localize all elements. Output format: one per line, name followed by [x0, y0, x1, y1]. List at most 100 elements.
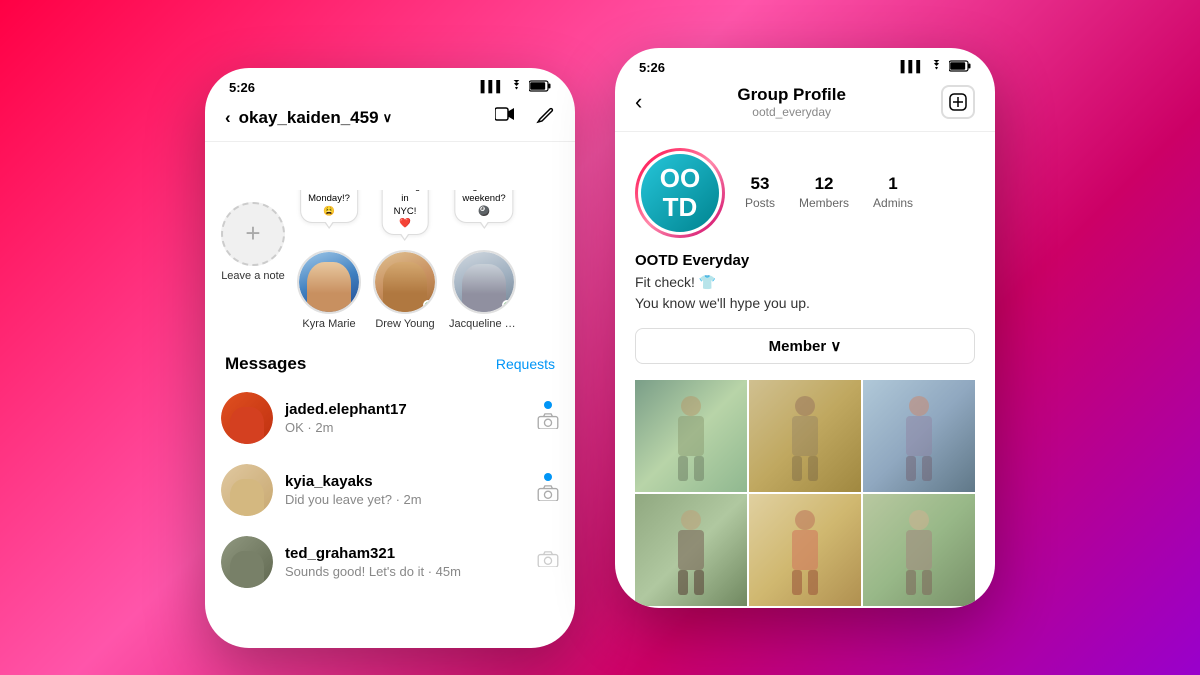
phone-left: 5:26 ▌▌▌ ‹ okay_kaiden_459 ∨	[205, 68, 575, 648]
messages-header: Messages Requests	[205, 342, 575, 382]
member-button-label: Member ∨	[769, 337, 842, 355]
story-item-add[interactable]: + Leave a note	[221, 202, 285, 330]
chat-header: ‹ okay_kaiden_459 ∨	[205, 99, 575, 142]
group-avatar: OOTD	[638, 151, 722, 235]
message-item-jaded[interactable]: jaded.elephant17 OK · 2m	[205, 382, 575, 454]
jaded-preview: OK · 2m	[285, 420, 525, 435]
member-button[interactable]: Member ∨	[635, 328, 975, 364]
stat-posts: 53 Posts	[745, 174, 775, 212]
video-call-icon[interactable]	[495, 105, 517, 131]
group-title-area: Group Profile ootd_everyday	[737, 85, 846, 119]
admins-label: Admins	[873, 196, 913, 210]
jaded-info: jaded.elephant17 OK · 2m	[285, 401, 525, 435]
group-avatar-ring: OOTD	[635, 148, 725, 238]
add-button-right[interactable]	[941, 85, 975, 119]
note-bubble-jacq: Game night this weekend? 🎱	[454, 190, 513, 223]
chevron-down-icon: ∨	[383, 110, 393, 126]
grid-photo-3	[863, 380, 975, 492]
kyra-avatar	[297, 250, 361, 314]
ted-meta	[537, 551, 559, 572]
note-bubble-kyra: Why is tomorrow Monday!? 😩	[300, 190, 358, 223]
header-title-area: ‹ okay_kaiden_459 ∨	[225, 108, 392, 128]
group-name: OOTD Everyday	[635, 252, 975, 269]
kyia-meta	[537, 473, 559, 506]
camera-icon-jaded[interactable]	[537, 413, 559, 434]
ted-avatar	[221, 536, 273, 588]
group-profile-content: OOTD 53 Posts 12 Members 1 Admins	[615, 132, 995, 608]
plus-icon: +	[245, 218, 260, 249]
group-title: Group Profile	[737, 85, 846, 105]
jaded-avatar	[221, 392, 273, 444]
phone-right: 5:26 ▌▌▌ ‹ Group Profile ootd_everyday	[615, 48, 995, 608]
camera-icon-kyia[interactable]	[537, 485, 559, 506]
back-button-left[interactable]: ‹	[225, 108, 231, 128]
stories-section: + Leave a note Why is tomorrow Monday!? …	[205, 142, 575, 342]
jacq-label: Jacqueline Lam	[449, 318, 519, 330]
kyia-username: kyia_kayaks	[285, 473, 525, 490]
story-item-kyra[interactable]: Why is tomorrow Monday!? 😩 Kyra Marie	[297, 202, 361, 330]
drew-label: Drew Young	[375, 318, 434, 330]
note-bubble-drew: Finally landing in NYC! ❤️	[382, 190, 429, 236]
camera-icon-ted[interactable]	[537, 551, 559, 572]
battery-icon-left	[529, 80, 551, 95]
grid-photo-1	[635, 380, 747, 492]
group-desc: Fit check! 👕You know we'll hype you up.	[635, 272, 975, 314]
grid-photo-2	[749, 380, 861, 492]
stories-row: + Leave a note Why is tomorrow Monday!? …	[205, 190, 575, 342]
group-top-section: OOTD 53 Posts 12 Members 1 Admins	[635, 148, 975, 238]
posts-label: Posts	[745, 196, 775, 210]
kyra-label: Kyra Marie	[302, 318, 355, 330]
story-item-jacq[interactable]: Game night this weekend? 🎱 Jacqueline La…	[449, 202, 519, 330]
signal-icon-left: ▌▌▌	[481, 81, 504, 93]
ted-username: ted_graham321	[285, 545, 525, 562]
phones-container: 5:26 ▌▌▌ ‹ okay_kaiden_459 ∨	[205, 28, 995, 648]
time-left: 5:26	[229, 80, 255, 95]
kyia-avatar	[221, 464, 273, 516]
message-item-ted[interactable]: ted_graham321 Sounds good! Let's do it ·…	[205, 526, 575, 598]
members-count: 12	[799, 174, 849, 194]
unread-dot-kyia	[544, 473, 552, 481]
online-dot-jacq	[502, 300, 512, 310]
admins-count: 1	[873, 174, 913, 194]
status-bar-right: 5:26 ▌▌▌	[615, 48, 995, 79]
header-icons	[495, 105, 555, 131]
wifi-icon-right	[929, 60, 944, 74]
kyia-info: kyia_kayaks Did you leave yet? · 2m	[285, 473, 525, 507]
grid-photo-4	[635, 494, 747, 606]
wifi-icon-left	[509, 80, 524, 94]
battery-icon-right	[949, 60, 971, 75]
group-bio: OOTD Everyday Fit check! 👕You know we'll…	[635, 252, 975, 314]
signal-icon-right: ▌▌▌	[901, 61, 924, 73]
edit-icon[interactable]	[535, 105, 555, 131]
stat-members: 12 Members	[799, 174, 849, 212]
kyia-preview: Did you leave yet? · 2m	[285, 492, 525, 507]
jacq-avatar	[452, 250, 516, 314]
messages-title: Messages	[225, 354, 306, 374]
drew-avatar	[373, 250, 437, 314]
members-label: Members	[799, 196, 849, 210]
stat-admins: 1 Admins	[873, 174, 913, 212]
message-item-kyia[interactable]: kyia_kayaks Did you leave yet? · 2m	[205, 454, 575, 526]
grid-photo-6	[863, 494, 975, 606]
unread-dot-jaded	[544, 401, 552, 409]
chat-username: okay_kaiden_459	[239, 108, 379, 128]
status-bar-left: 5:26 ▌▌▌	[205, 68, 575, 99]
jaded-username: jaded.elephant17	[285, 401, 525, 418]
requests-link[interactable]: Requests	[496, 356, 555, 372]
add-story-label: Leave a note	[221, 270, 285, 282]
add-story-avatar: +	[221, 202, 285, 266]
jaded-meta	[537, 401, 559, 434]
ted-info: ted_graham321 Sounds good! Let's do it ·…	[285, 545, 525, 579]
group-stats: 53 Posts 12 Members 1 Admins	[745, 174, 913, 212]
back-button-right[interactable]: ‹	[635, 89, 642, 115]
online-dot-drew	[423, 300, 433, 310]
posts-count: 53	[745, 174, 775, 194]
status-icons-left: ▌▌▌	[481, 80, 551, 95]
ted-preview: Sounds good! Let's do it · 45m	[285, 564, 525, 579]
time-right: 5:26	[639, 60, 665, 75]
grid-photo-5	[749, 494, 861, 606]
group-avatar-text: OOTD	[660, 164, 700, 221]
story-item-drew[interactable]: Finally landing in NYC! ❤️ Drew Young	[373, 202, 437, 330]
status-icons-right: ▌▌▌	[901, 60, 971, 75]
group-subtitle: ootd_everyday	[737, 105, 846, 119]
